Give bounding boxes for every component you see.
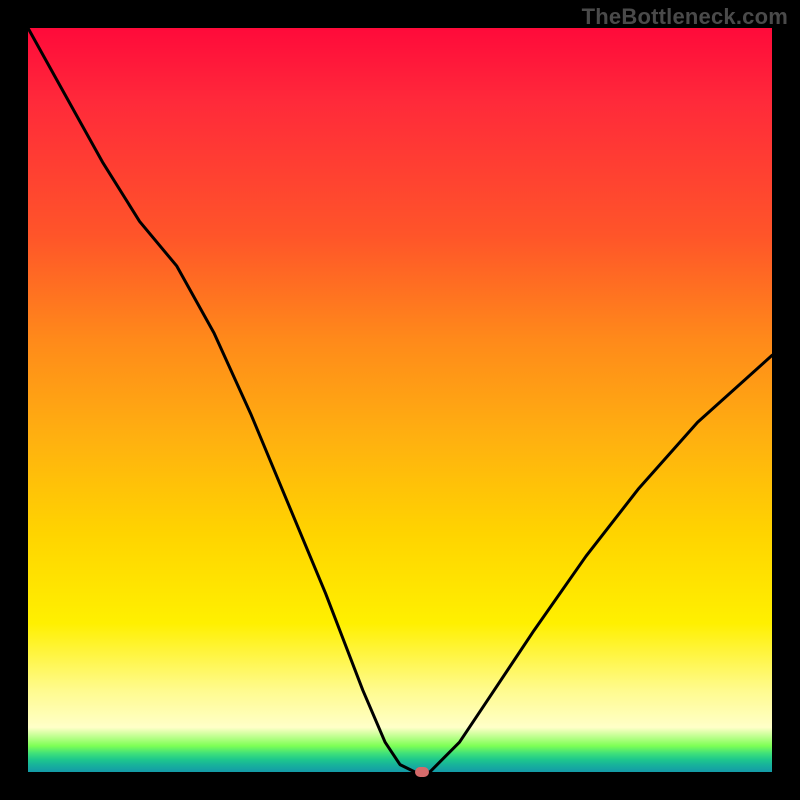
- chart-frame: TheBottleneck.com: [0, 0, 800, 800]
- minimum-marker: [415, 767, 429, 777]
- bottleneck-curve: [28, 28, 772, 772]
- watermark-text: TheBottleneck.com: [582, 4, 788, 30]
- plot-area: [28, 28, 772, 772]
- curve-svg: [28, 28, 772, 772]
